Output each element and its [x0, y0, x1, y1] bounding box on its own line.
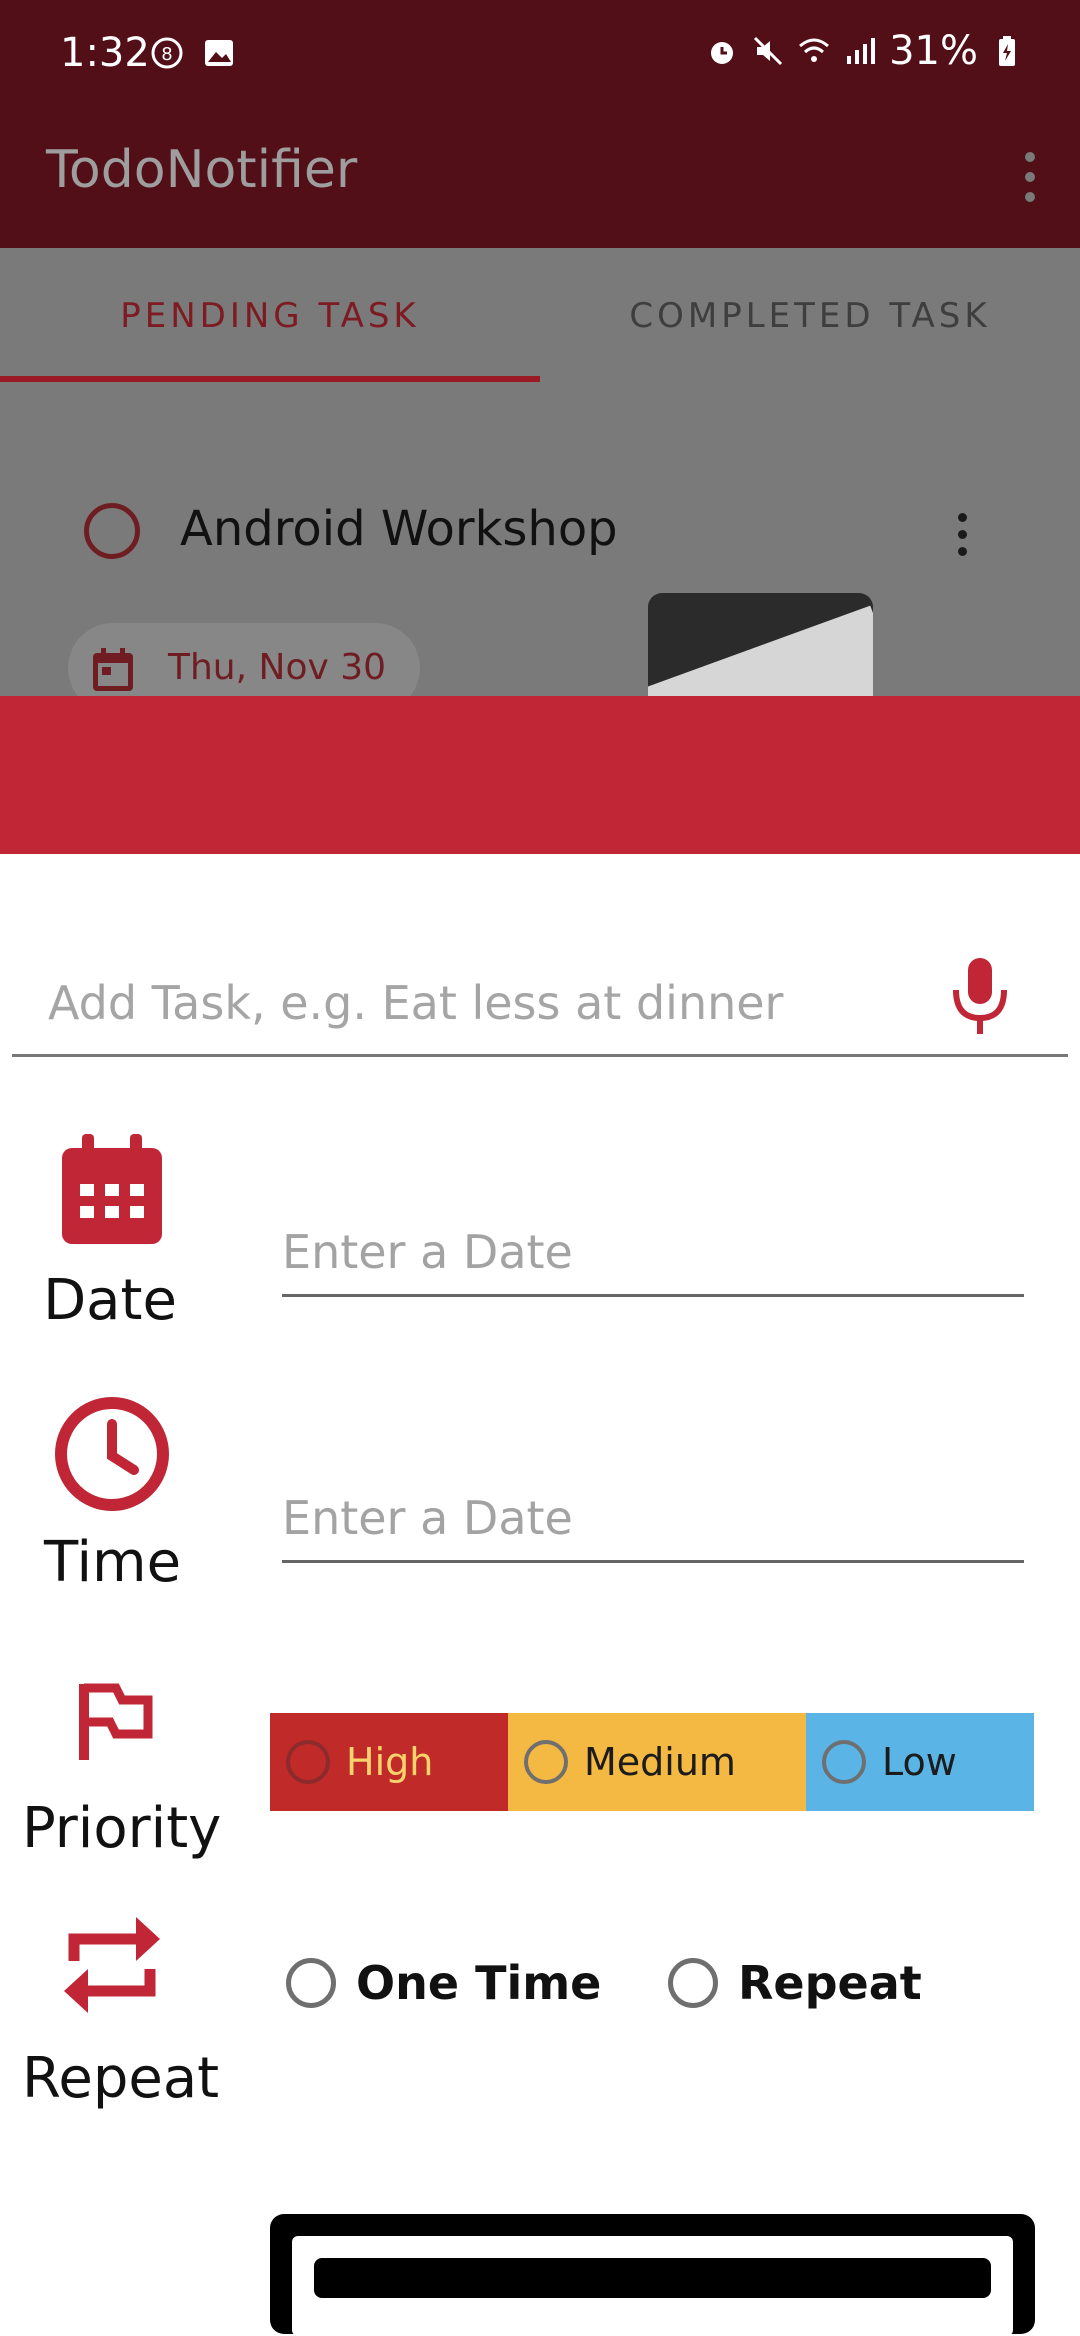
task-input-field — [12, 954, 1068, 1057]
task-image — [648, 593, 873, 696]
radio-icon — [668, 1958, 718, 2008]
repeat-label: Repeat — [22, 2046, 220, 2111]
time-field — [282, 1480, 1024, 1563]
badge-icon: 8 — [151, 37, 183, 69]
bottom-panel[interactable] — [270, 2214, 1035, 2336]
mute-icon — [754, 36, 783, 66]
tab-pending[interactable]: PENDING TASK — [0, 248, 540, 383]
tab-indicator — [0, 376, 540, 382]
svg-text:8: 8 — [161, 44, 172, 65]
task-date: Thu, Nov 30 — [168, 647, 387, 688]
date-input[interactable] — [282, 1214, 1024, 1290]
repeat-option-label: Repeat — [738, 1956, 922, 2010]
priority-high-label: High — [346, 1740, 434, 1784]
image-icon — [205, 40, 233, 66]
battery-icon — [999, 36, 1015, 66]
priority-high-option[interactable]: High — [270, 1713, 508, 1811]
priority-medium-label: Medium — [584, 1740, 736, 1784]
radio-icon — [822, 1740, 866, 1784]
status-time: 1:32 — [60, 30, 150, 76]
tab-bar: PENDING TASK COMPLETED TASK — [0, 248, 1080, 383]
task-input[interactable] — [46, 962, 910, 1044]
priority-label: Priority — [22, 1796, 222, 1861]
wifi-icon — [799, 38, 830, 62]
task-list: Android Workshop Thu, Nov 30 — [0, 383, 1080, 696]
alarm-icon — [711, 42, 734, 64]
priority-low-option[interactable]: Low — [806, 1713, 1034, 1811]
clock-icon — [55, 1397, 169, 1511]
task-title[interactable]: Android Workshop — [180, 501, 618, 557]
app-title: TodoNotifier — [46, 140, 358, 200]
repeat-icon — [64, 1917, 160, 2013]
priority-selector: High Medium Low — [270, 1713, 1034, 1811]
app-bar: TodoNotifier — [0, 110, 1080, 248]
signal-icon — [847, 38, 876, 64]
task-date-chip: Thu, Nov 30 — [68, 623, 420, 696]
calendar-icon — [93, 648, 133, 691]
tab-completed[interactable]: COMPLETED TASK — [540, 248, 1080, 383]
one-time-option[interactable]: One Time — [286, 1956, 601, 2010]
priority-medium-option[interactable]: Medium — [508, 1713, 806, 1811]
status-bar: 1:32 8 31% — [0, 0, 1080, 110]
mic-icon[interactable] — [942, 954, 1018, 1044]
add-task-sheet: Date Time Priority High Medium Low — [0, 854, 1080, 2336]
task-complete-radio[interactable] — [84, 503, 140, 559]
time-label: Time — [43, 1530, 182, 1595]
sheet-header-banner — [0, 696, 1080, 854]
calendar-icon — [62, 1134, 162, 1244]
radio-icon — [524, 1740, 568, 1784]
time-input[interactable] — [282, 1480, 1024, 1556]
radio-icon — [286, 1740, 330, 1784]
more-vert-icon[interactable] — [1010, 142, 1050, 212]
radio-icon — [286, 1958, 336, 2008]
date-label: Date — [43, 1268, 177, 1333]
repeat-option[interactable]: Repeat — [668, 1956, 922, 2010]
date-field — [282, 1214, 1024, 1297]
battery-percent: 31% — [889, 28, 978, 74]
task-more-icon[interactable] — [955, 513, 969, 564]
priority-low-label: Low — [882, 1740, 957, 1784]
flag-icon — [79, 1683, 153, 1760]
one-time-label: One Time — [356, 1956, 602, 2010]
